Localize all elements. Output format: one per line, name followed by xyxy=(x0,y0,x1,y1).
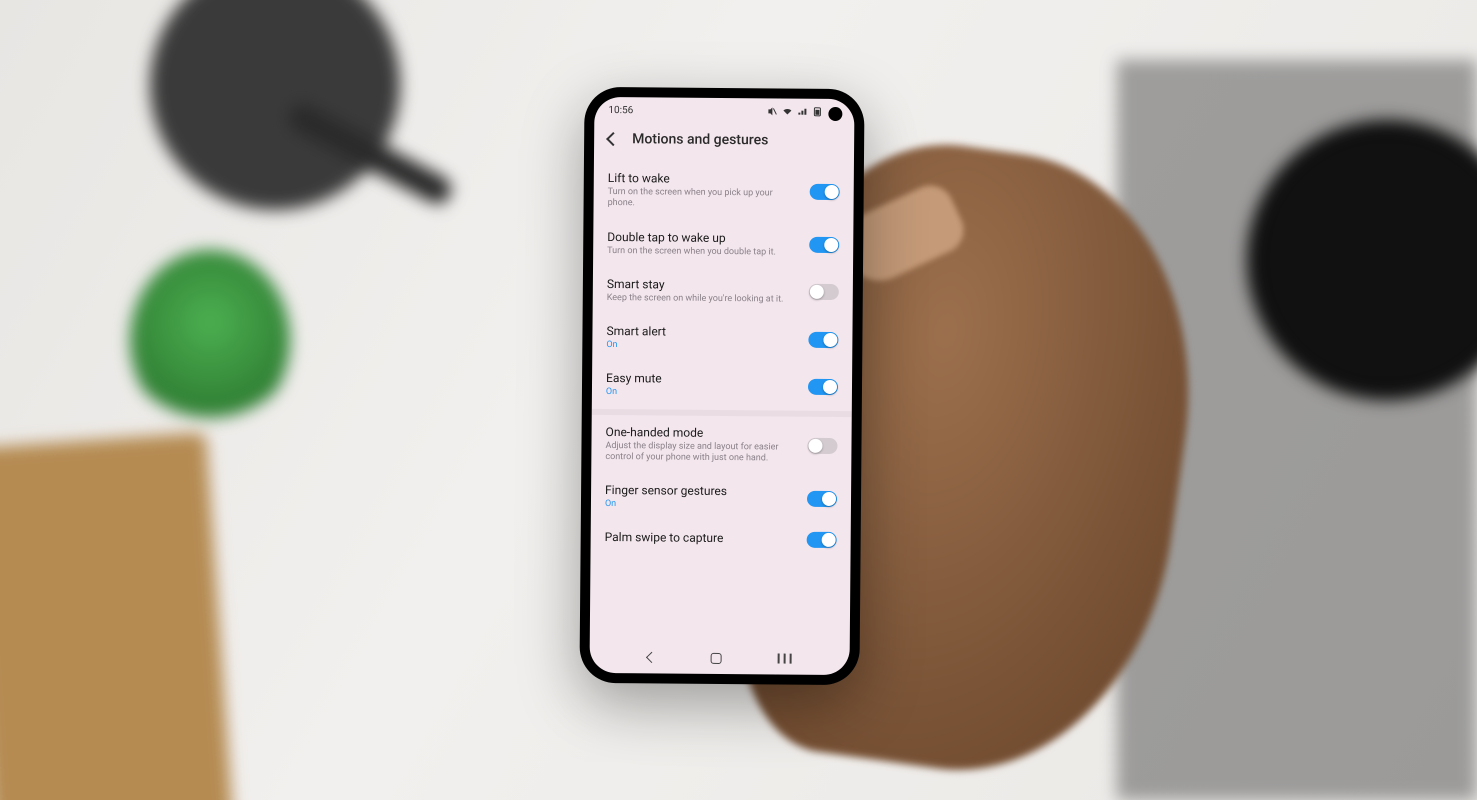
toggle-switch[interactable] xyxy=(807,437,837,453)
setting-row[interactable]: Finger sensor gesturesOn xyxy=(591,473,851,523)
wifi-icon xyxy=(782,107,792,117)
setting-row[interactable]: Smart alertOn xyxy=(592,314,852,364)
setting-subtitle: Keep the screen on while you're looking … xyxy=(607,293,799,306)
setting-title: Smart alert xyxy=(606,324,798,340)
setting-subtitle: On xyxy=(606,387,798,400)
setting-row[interactable]: Double tap to wake upTurn on the screen … xyxy=(593,219,853,269)
navigation-bar xyxy=(589,641,849,675)
setting-title: Double tap to wake up xyxy=(607,229,799,245)
toggle-switch[interactable] xyxy=(807,532,837,548)
toggle-switch[interactable] xyxy=(809,237,839,253)
status-time: 10:56 xyxy=(608,104,633,115)
setting-subtitle: On xyxy=(605,499,797,512)
setting-subtitle: Adjust the display size and layout for e… xyxy=(605,440,797,464)
phone-screen: 10:56 Motions and gestures Lift to wakeT… xyxy=(589,97,854,675)
setting-title: Palm swipe to capture xyxy=(605,530,797,546)
battery-icon xyxy=(812,107,822,117)
nav-recents-icon[interactable] xyxy=(776,653,792,663)
toggle-switch[interactable] xyxy=(807,490,837,506)
setting-row[interactable]: One-handed modeAdjust the display size a… xyxy=(591,414,852,475)
page-header: Motions and gestures xyxy=(594,123,854,163)
signal-icon xyxy=(797,107,807,117)
setting-subtitle: On xyxy=(606,340,798,353)
background-prop xyxy=(150,0,400,210)
setting-row[interactable]: Lift to wakeTurn on the screen when you … xyxy=(593,161,854,222)
front-camera xyxy=(828,107,842,121)
back-icon[interactable] xyxy=(606,132,620,146)
status-bar: 10:56 xyxy=(594,97,854,125)
background-prop xyxy=(0,432,234,800)
setting-subtitle: Turn on the screen when you double tap i… xyxy=(607,245,799,258)
toggle-switch[interactable] xyxy=(809,284,839,300)
toggle-switch[interactable] xyxy=(808,379,838,395)
setting-row[interactable]: Easy muteOn xyxy=(592,361,852,411)
setting-title: Lift to wake xyxy=(608,171,800,187)
setting-row[interactable]: Smart stayKeep the screen on while you'r… xyxy=(593,267,853,317)
mute-icon xyxy=(767,106,777,116)
scene-background: 10:56 Motions and gestures Lift to wakeT… xyxy=(0,0,1477,800)
settings-list[interactable]: Lift to wakeTurn on the screen when you … xyxy=(590,161,854,643)
toggle-switch[interactable] xyxy=(810,184,840,200)
setting-subtitle: Turn on the screen when you pick up your… xyxy=(608,187,800,211)
phone-frame: 10:56 Motions and gestures Lift to wakeT… xyxy=(579,87,864,685)
nav-back-icon[interactable] xyxy=(645,652,656,663)
toggle-switch[interactable] xyxy=(808,331,838,347)
nav-home-icon[interactable] xyxy=(710,652,721,663)
page-title: Motions and gestures xyxy=(632,131,768,148)
setting-title: One-handed mode xyxy=(606,424,798,440)
setting-title: Finger sensor gestures xyxy=(605,483,797,499)
setting-row[interactable]: Palm swipe to capture xyxy=(591,520,851,558)
setting-title: Easy mute xyxy=(606,371,798,387)
setting-title: Smart stay xyxy=(607,277,799,293)
background-prop xyxy=(130,250,290,430)
